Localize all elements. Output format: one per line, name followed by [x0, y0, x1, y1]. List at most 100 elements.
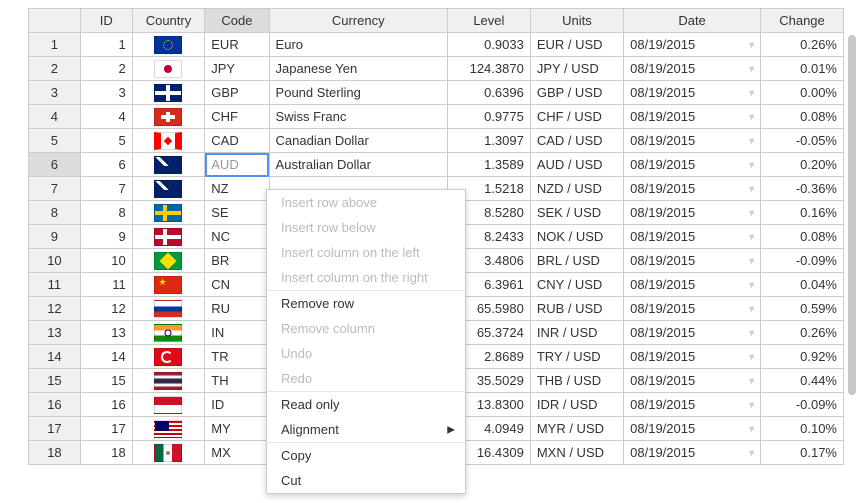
- dropdown-icon[interactable]: ▼: [747, 376, 756, 386]
- cell-code[interactable]: SE: [205, 201, 269, 225]
- dropdown-icon[interactable]: ▼: [747, 232, 756, 242]
- row-header[interactable]: 15: [29, 369, 81, 393]
- context-menu-item[interactable]: Read only: [267, 392, 465, 417]
- cell-country[interactable]: [132, 129, 205, 153]
- cell-id[interactable]: 3: [80, 81, 132, 105]
- cell-country[interactable]: [132, 441, 205, 465]
- header-date[interactable]: Date: [624, 9, 761, 33]
- cell-code[interactable]: CHF: [205, 105, 269, 129]
- dropdown-icon[interactable]: ▼: [747, 112, 756, 122]
- context-menu-item[interactable]: Remove row: [267, 291, 465, 316]
- cell-units[interactable]: THB / USD: [530, 369, 623, 393]
- dropdown-icon[interactable]: ▼: [747, 88, 756, 98]
- cell-id[interactable]: 13: [80, 321, 132, 345]
- row-header[interactable]: 9: [29, 225, 81, 249]
- cell-date[interactable]: 08/19/2015▼: [624, 297, 761, 321]
- row-header[interactable]: 17: [29, 417, 81, 441]
- cell-id[interactable]: 16: [80, 393, 132, 417]
- cell-date[interactable]: 08/19/2015▼: [624, 129, 761, 153]
- cell-code[interactable]: BR: [205, 249, 269, 273]
- table-row[interactable]: 22JPYJapanese Yen124.3870JPY / USD08/19/…: [29, 57, 844, 81]
- cell-date[interactable]: 08/19/2015▼: [624, 321, 761, 345]
- cell-units[interactable]: TRY / USD: [530, 345, 623, 369]
- cell-level[interactable]: 124.3870: [447, 57, 530, 81]
- row-header[interactable]: 7: [29, 177, 81, 201]
- cell-code[interactable]: TH: [205, 369, 269, 393]
- cell-currency[interactable]: Australian Dollar: [269, 153, 447, 177]
- context-menu-item[interactable]: Cut: [267, 468, 465, 493]
- cell-code[interactable]: MY: [205, 417, 269, 441]
- cell-change[interactable]: 0.01%: [761, 57, 844, 81]
- cell-code[interactable]: ID: [205, 393, 269, 417]
- cell-date[interactable]: 08/19/2015▼: [624, 417, 761, 441]
- cell-date[interactable]: 08/19/2015▼: [624, 225, 761, 249]
- cell-change[interactable]: 0.00%: [761, 81, 844, 105]
- cell-code[interactable]: NC: [205, 225, 269, 249]
- cell-level[interactable]: 0.9033: [447, 33, 530, 57]
- table-row[interactable]: 33GBPPound Sterling0.6396GBP / USD08/19/…: [29, 81, 844, 105]
- cell-units[interactable]: SEK / USD: [530, 201, 623, 225]
- cell-change[interactable]: 0.20%: [761, 153, 844, 177]
- cell-country[interactable]: [132, 81, 205, 105]
- cell-country[interactable]: [132, 225, 205, 249]
- cell-code[interactable]: NZ: [205, 177, 269, 201]
- dropdown-icon[interactable]: ▼: [747, 328, 756, 338]
- cell-change[interactable]: -0.05%: [761, 129, 844, 153]
- cell-change[interactable]: 0.17%: [761, 441, 844, 465]
- dropdown-icon[interactable]: ▼: [747, 160, 756, 170]
- cell-id[interactable]: 11: [80, 273, 132, 297]
- cell-date[interactable]: 08/19/2015▼: [624, 153, 761, 177]
- cell-id[interactable]: 4: [80, 105, 132, 129]
- dropdown-icon[interactable]: ▼: [747, 304, 756, 314]
- cell-level[interactable]: 0.6396: [447, 81, 530, 105]
- cell-id[interactable]: 18: [80, 441, 132, 465]
- dropdown-icon[interactable]: ▼: [747, 256, 756, 266]
- cell-code[interactable]: RU: [205, 297, 269, 321]
- cell-id[interactable]: 10: [80, 249, 132, 273]
- cell-country[interactable]: [132, 153, 205, 177]
- cell-country[interactable]: [132, 273, 205, 297]
- cell-change[interactable]: 0.44%: [761, 369, 844, 393]
- dropdown-icon[interactable]: ▼: [747, 136, 756, 146]
- context-menu-item[interactable]: Alignment▶: [267, 417, 465, 442]
- cell-id[interactable]: 14: [80, 345, 132, 369]
- header-id[interactable]: ID: [80, 9, 132, 33]
- row-header[interactable]: 18: [29, 441, 81, 465]
- row-header[interactable]: 1: [29, 33, 81, 57]
- cell-level[interactable]: 0.9775: [447, 105, 530, 129]
- row-header[interactable]: 16: [29, 393, 81, 417]
- cell-date[interactable]: 08/19/2015▼: [624, 345, 761, 369]
- header-level[interactable]: Level: [447, 9, 530, 33]
- row-header[interactable]: 8: [29, 201, 81, 225]
- header-units[interactable]: Units: [530, 9, 623, 33]
- cell-id[interactable]: 12: [80, 297, 132, 321]
- header-country[interactable]: Country: [132, 9, 205, 33]
- cell-date[interactable]: 08/19/2015▼: [624, 369, 761, 393]
- cell-date[interactable]: 08/19/2015▼: [624, 177, 761, 201]
- cell-date[interactable]: 08/19/2015▼: [624, 393, 761, 417]
- cell-units[interactable]: CHF / USD: [530, 105, 623, 129]
- dropdown-icon[interactable]: ▼: [747, 184, 756, 194]
- cell-change[interactable]: 0.26%: [761, 33, 844, 57]
- row-header[interactable]: 4: [29, 105, 81, 129]
- cell-code[interactable]: IN: [205, 321, 269, 345]
- cell-country[interactable]: [132, 369, 205, 393]
- cell-date[interactable]: 08/19/2015▼: [624, 201, 761, 225]
- header-code[interactable]: Code: [205, 9, 269, 33]
- cell-id[interactable]: 9: [80, 225, 132, 249]
- cell-units[interactable]: CAD / USD: [530, 129, 623, 153]
- table-row[interactable]: 11EUREuro0.9033EUR / USD08/19/2015▼0.26%: [29, 33, 844, 57]
- corner-header[interactable]: [29, 9, 81, 33]
- cell-id[interactable]: 15: [80, 369, 132, 393]
- cell-change[interactable]: -0.36%: [761, 177, 844, 201]
- cell-country[interactable]: [132, 57, 205, 81]
- dropdown-icon[interactable]: ▼: [747, 208, 756, 218]
- dropdown-icon[interactable]: ▼: [747, 448, 756, 458]
- cell-currency[interactable]: Japanese Yen: [269, 57, 447, 81]
- dropdown-icon[interactable]: ▼: [747, 352, 756, 362]
- cell-date[interactable]: 08/19/2015▼: [624, 105, 761, 129]
- context-menu-item[interactable]: Copy: [267, 443, 465, 468]
- cell-code[interactable]: CAD: [205, 129, 269, 153]
- cell-units[interactable]: MYR / USD: [530, 417, 623, 441]
- cell-code[interactable]: GBP: [205, 81, 269, 105]
